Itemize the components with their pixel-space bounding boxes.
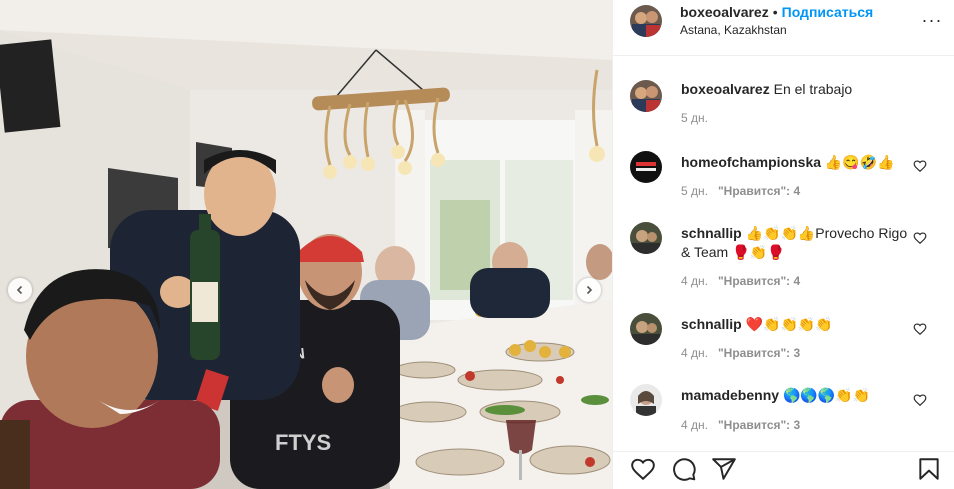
post-photo[interactable]: IRON FTYS	[0, 0, 612, 489]
carousel-next-button[interactable]	[577, 278, 601, 302]
share-icon[interactable]	[711, 456, 737, 482]
post-location[interactable]: Astana, Kazakhstan	[680, 23, 787, 37]
comment-likes[interactable]: "Нравится": 3	[718, 346, 800, 360]
comment-text: 👍😋🤣👍	[824, 154, 895, 170]
svg-text:FTYS: FTYS	[275, 430, 331, 455]
post-header: boxeoalvarez • Подписаться Astana, Kazakhs…	[613, 0, 954, 56]
comment-username[interactable]: schnallip	[681, 316, 742, 332]
bookmark-icon[interactable]	[916, 456, 942, 482]
comment-username[interactable]: schnallip	[681, 225, 742, 241]
comment-username[interactable]: mamadebenny	[681, 387, 779, 403]
separator-dot: •	[772, 4, 778, 20]
caption-username[interactable]: boxeoalvarez	[681, 81, 770, 97]
comment-text: 🌎🌎🌎👏👏	[782, 387, 871, 403]
comment-time[interactable]: 4 дн.	[681, 274, 708, 288]
comment-likes[interactable]: "Нравится": 3	[718, 418, 800, 432]
chevron-right-icon	[584, 285, 594, 295]
comment-icon[interactable]	[671, 456, 697, 482]
comment-time[interactable]: 4 дн.	[681, 346, 708, 360]
commenter-avatar[interactable]	[630, 313, 662, 345]
heart-icon[interactable]	[630, 456, 656, 482]
heart-icon[interactable]	[913, 159, 929, 175]
post-sidebar: boxeoalvarez • Подписаться Astana, Kazakhs…	[612, 0, 954, 489]
more-options-icon[interactable]: ···	[921, 11, 943, 32]
photo-scene: IRON FTYS	[0, 0, 612, 489]
commenter-avatar[interactable]	[630, 151, 662, 183]
author-username[interactable]: boxeoalvarez	[680, 4, 769, 20]
comment-time[interactable]: 5 дн.	[681, 184, 708, 198]
author-avatar[interactable]	[630, 5, 662, 37]
comment-username[interactable]: homeofchampionska	[681, 154, 821, 170]
heart-icon[interactable]	[913, 322, 929, 338]
comment-text: ❤️👏👏👏👏	[745, 316, 833, 332]
comment-likes[interactable]: "Нравится": 4	[718, 274, 800, 288]
comment-time[interactable]: 4 дн.	[681, 418, 708, 432]
comments-list[interactable]: boxeoalvarez En el trabajo 5 дн. homeofc…	[613, 56, 954, 451]
carousel-prev-button[interactable]	[8, 278, 32, 302]
post-actions-bar	[613, 451, 954, 489]
heart-icon[interactable]	[913, 231, 929, 247]
follow-button[interactable]: Подписаться	[782, 4, 874, 20]
caption-time[interactable]: 5 дн.	[681, 111, 708, 125]
heart-icon[interactable]	[913, 393, 929, 409]
caption-text: En el trabajo	[773, 81, 853, 97]
chevron-left-icon	[15, 285, 25, 295]
comment-likes[interactable]: "Нравится": 4	[718, 184, 800, 198]
commenter-avatar[interactable]	[630, 222, 662, 254]
caption-avatar[interactable]	[630, 80, 662, 112]
commenter-avatar[interactable]	[630, 384, 662, 416]
